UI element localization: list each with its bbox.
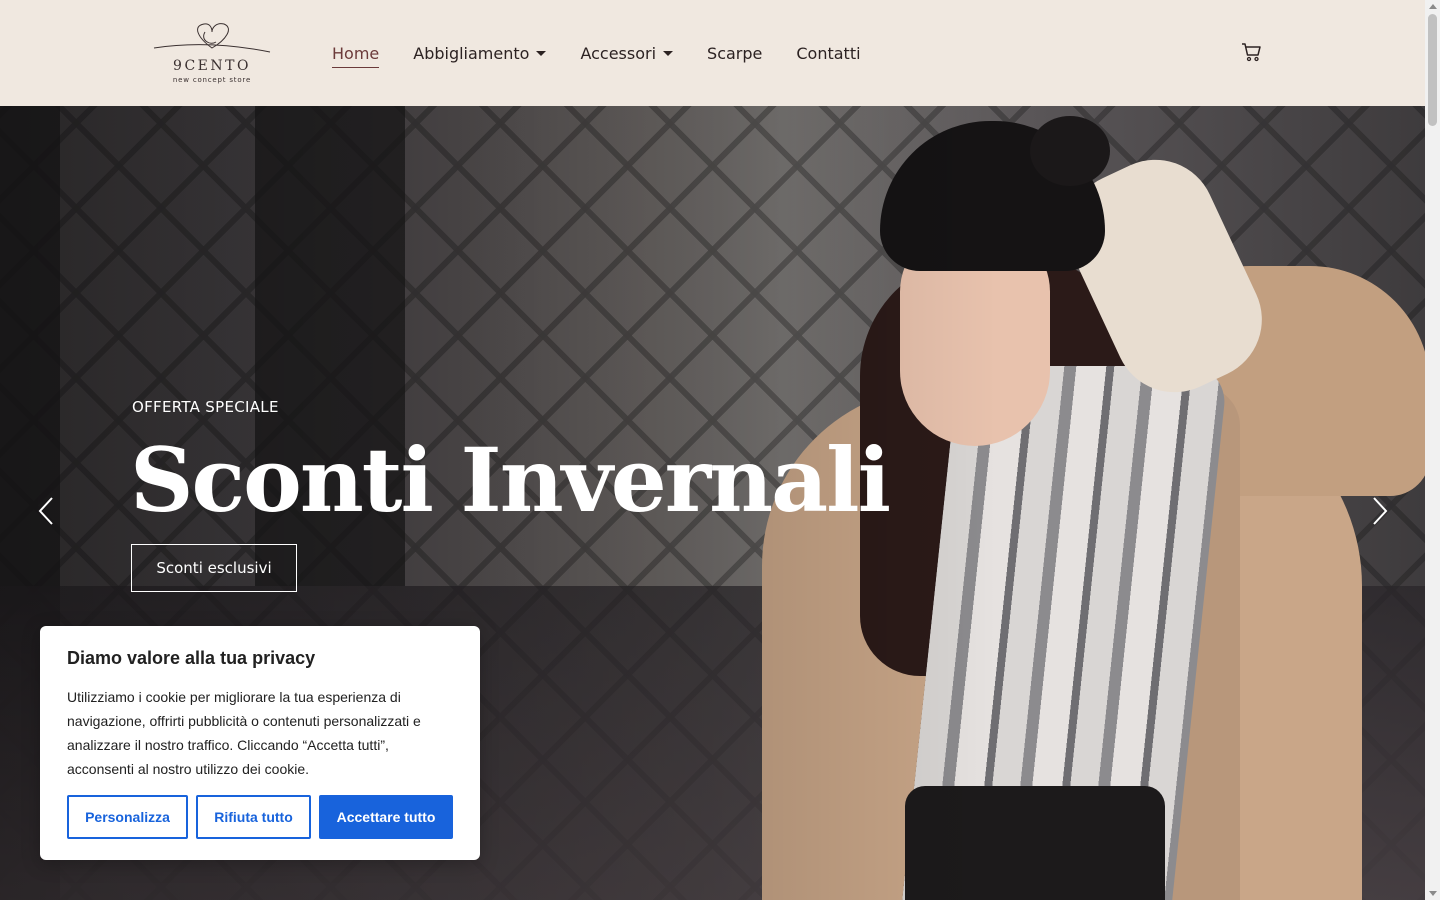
chevron-right-icon[interactable] [1368, 496, 1392, 526]
nav-item-scarpe[interactable]: Scarpe [707, 40, 762, 66]
nav-item-label: Home [332, 43, 380, 63]
accept-all-button[interactable]: Accettare tutto [319, 795, 453, 839]
caret-down-icon [663, 50, 674, 56]
logo-tagline: new concept store [172, 76, 252, 84]
logo[interactable]: 9CENTO new concept store [150, 18, 274, 84]
main-nav: Home Abbigliamento Accessori Scarpe Cont… [332, 40, 895, 68]
page-scrollbar[interactable] [1425, 0, 1440, 900]
cookie-text: Utilizziamo i cookie per migliorare la t… [67, 689, 421, 777]
nav-item-label: Contatti [796, 43, 861, 63]
logo-name: 9CENTO [173, 58, 251, 74]
site-header: 9CENTO new concept store Home Abbigliame… [0, 0, 1425, 106]
nav-item-home[interactable]: Home [332, 40, 380, 68]
nav-item-accessori[interactable]: Accessori [580, 40, 674, 66]
nav-item-label: Accessori [580, 43, 657, 63]
nav-item-label: Scarpe [707, 43, 763, 63]
nav-item-abbigliamento[interactable]: Abbigliamento [413, 40, 547, 66]
hero-cta-button[interactable]: Sconti esclusivi [131, 544, 297, 592]
hero-title: Sconti Invernali [130, 428, 891, 532]
nav-item-label: Abbigliamento [413, 43, 530, 63]
scroll-down-arrow-icon[interactable] [1429, 891, 1437, 896]
scroll-up-arrow-icon[interactable] [1429, 4, 1437, 9]
caret-down-icon [536, 50, 547, 56]
cookie-consent-banner: Diamo valore alla tua privacy Utilizziam… [40, 626, 480, 860]
cookie-title: Diamo valore alla tua privacy [67, 648, 316, 668]
nav-item-contatti[interactable]: Contatti [796, 40, 860, 66]
chevron-left-icon[interactable] [34, 496, 58, 526]
cart-icon[interactable] [1241, 42, 1263, 62]
hero-eyebrow: OFFERTA SPECIALE [132, 398, 279, 416]
cookie-actions: Personalizza Rifiuta tutto Accettare tut… [67, 795, 453, 839]
customize-button[interactable]: Personalizza [67, 795, 188, 839]
scroll-thumb[interactable] [1428, 14, 1437, 126]
reject-all-button[interactable]: Rifiuta tutto [196, 795, 311, 839]
